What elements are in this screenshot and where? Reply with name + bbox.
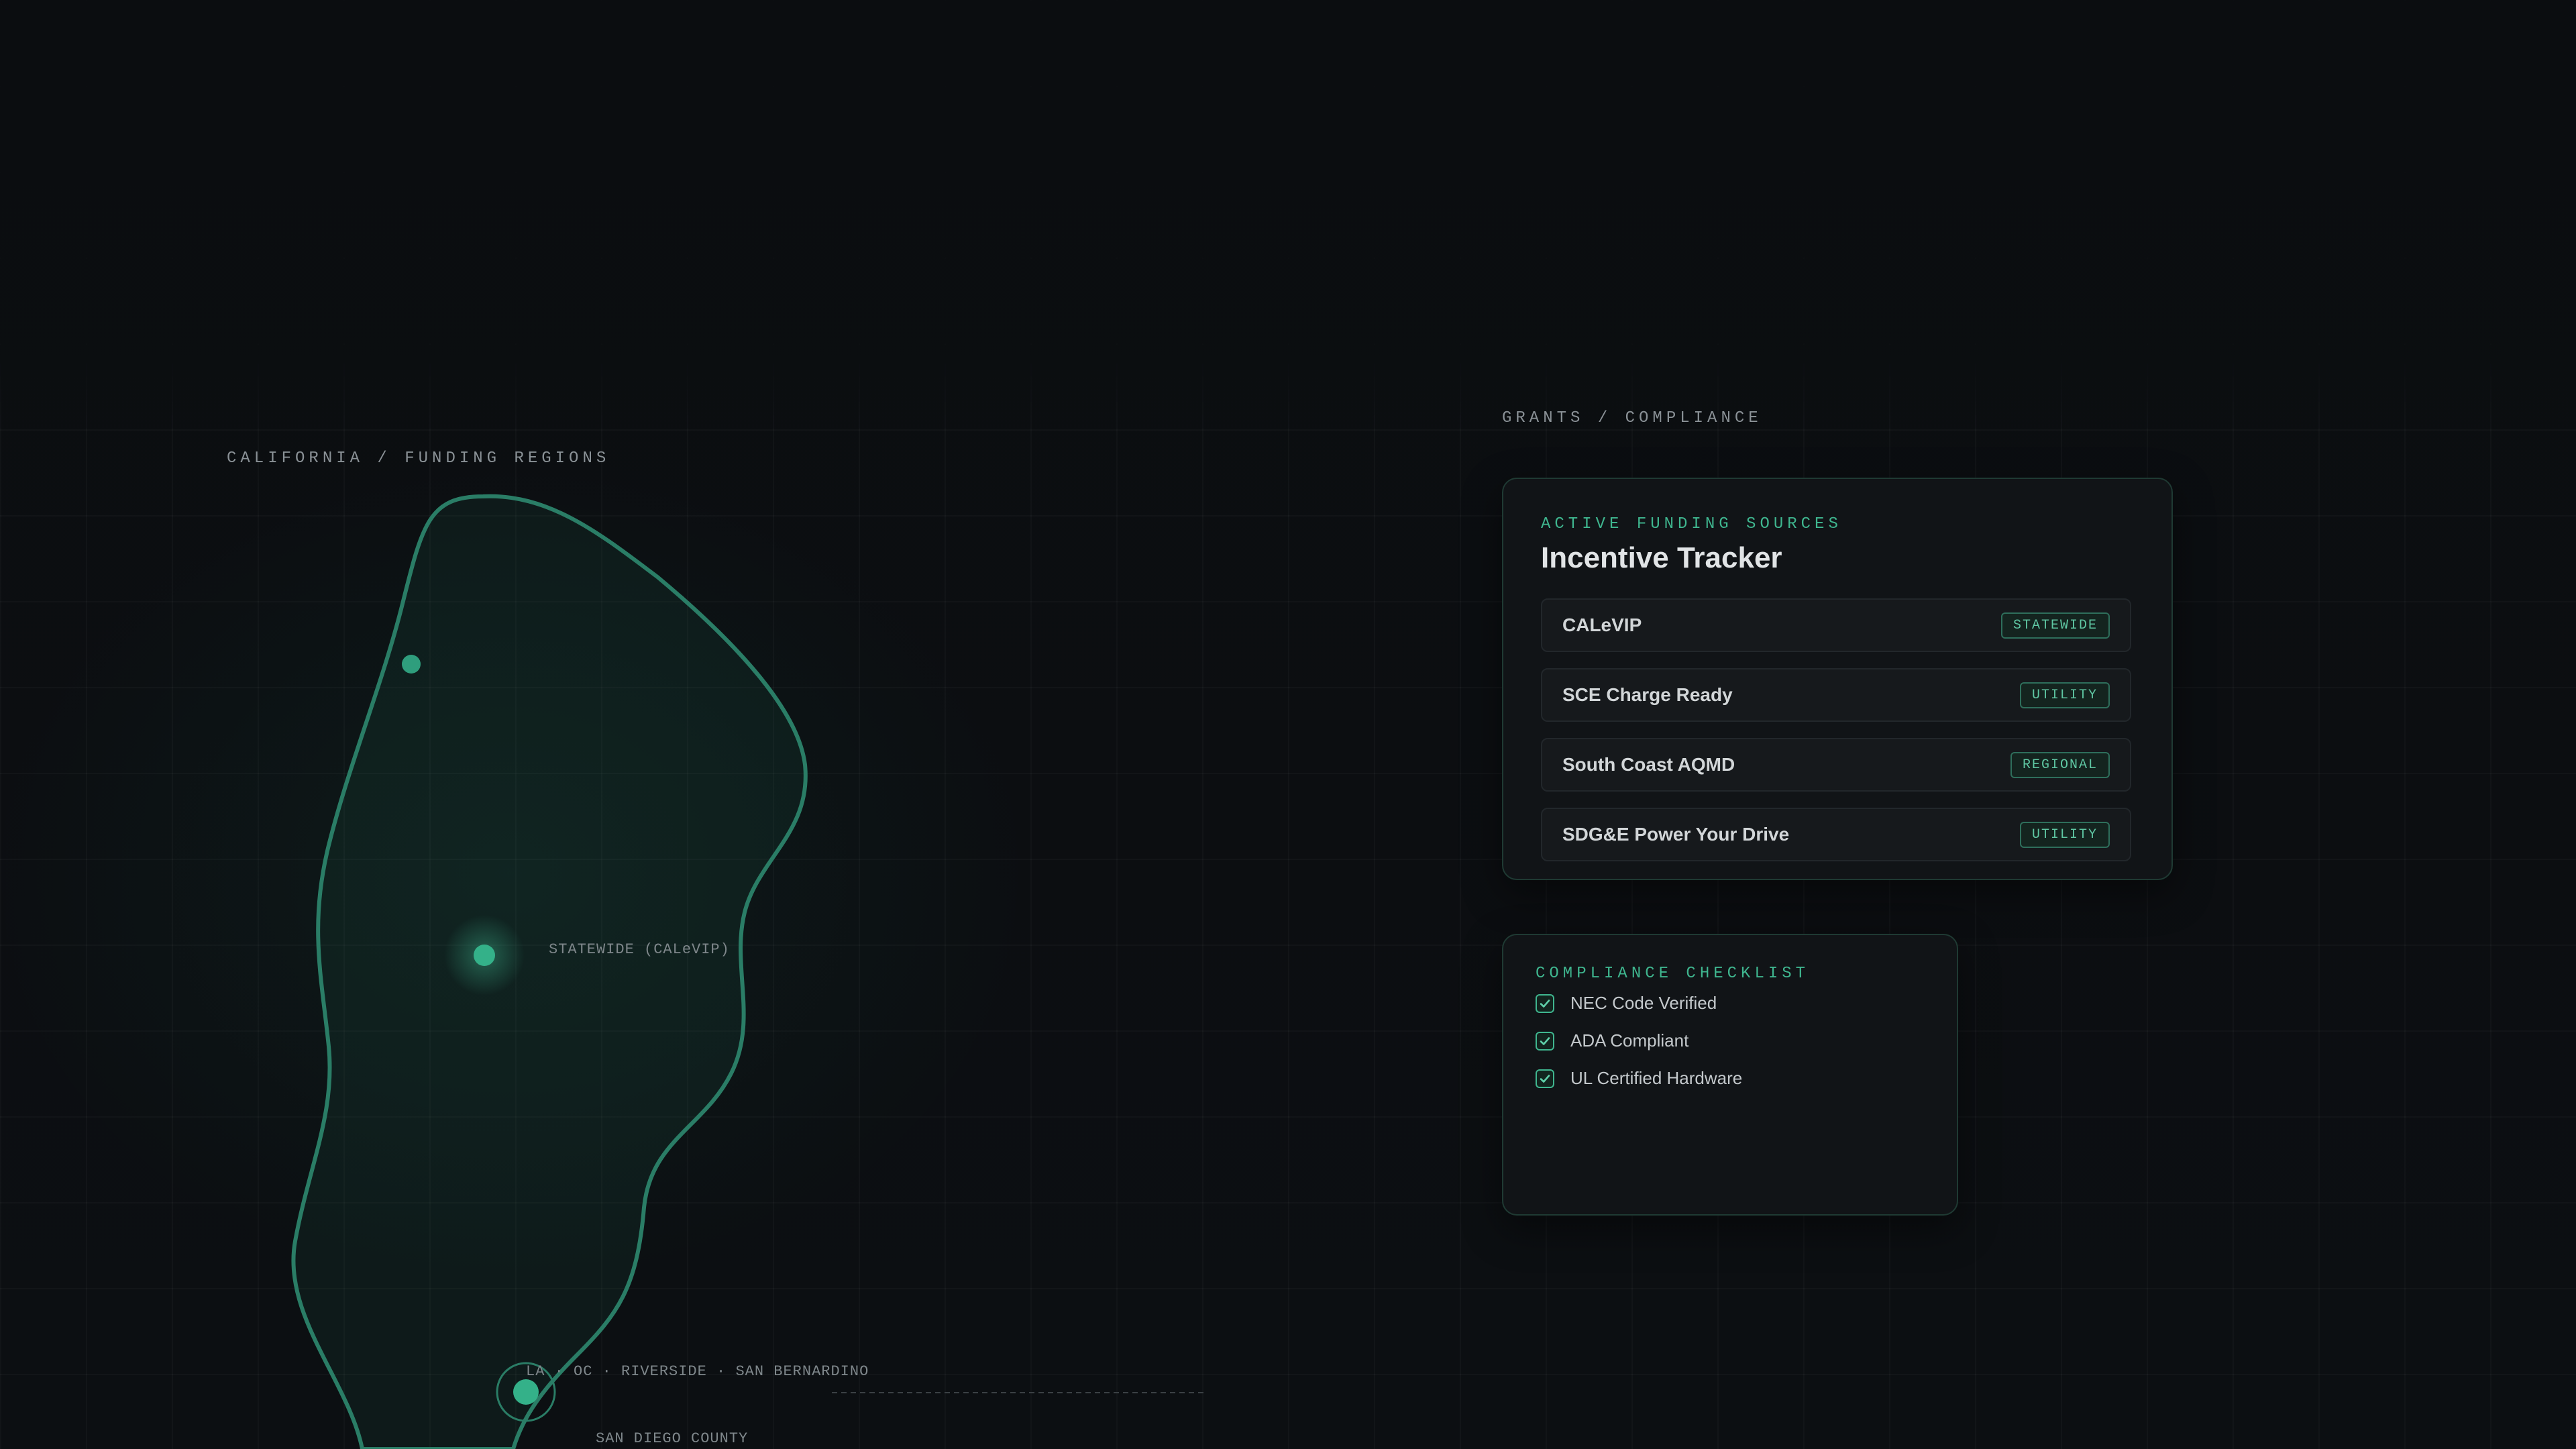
checklist-item[interactable]: UL Certified Hardware	[1536, 1068, 1742, 1089]
grants-section-label: GRANTS / COMPLIANCE	[1502, 409, 1762, 427]
funding-source-badge: STATEWIDE	[2000, 612, 2110, 639]
checklist-item-label: NEC Code Verified	[1570, 993, 1717, 1013]
checklist-title: COMPLIANCE CHECKLIST	[1536, 965, 1810, 983]
checklist-item[interactable]: ADA Compliant	[1536, 1030, 1688, 1051]
checkbox-checked[interactable]	[1536, 1069, 1554, 1088]
app-canvas: CALIFORNIA / FUNDING REGIONS STATEWIDE (…	[0, 0, 2576, 1449]
incentive-tracker-card: ACTIVE FUNDING SOURCES Incentive Tracker…	[1502, 478, 2173, 880]
funding-source-badge: UTILITY	[2019, 821, 2110, 848]
funding-source-row[interactable]: South Coast AQMD REGIONAL	[1541, 738, 2131, 792]
funding-source-name: CALeVIP	[1562, 614, 1642, 635]
check-icon	[1540, 1036, 1550, 1045]
check-icon	[1540, 999, 1550, 1008]
funding-source-name: SDG&E Power Your Drive	[1562, 824, 1790, 845]
funding-source-row[interactable]: CALeVIP STATEWIDE	[1541, 598, 2131, 652]
funding-source-row[interactable]: SCE Charge Ready UTILITY	[1541, 668, 2131, 722]
funding-source-name: SCE Charge Ready	[1562, 684, 1733, 705]
funding-source-badge: REGIONAL	[2010, 751, 2110, 778]
checkbox-checked[interactable]	[1536, 1031, 1554, 1051]
region-dot-north[interactable]	[402, 655, 421, 674]
california-region-outline	[291, 494, 808, 1449]
check-icon	[1540, 1074, 1550, 1083]
checklist-item[interactable]: NEC Code Verified	[1536, 993, 1717, 1014]
region-dot-la[interactable]	[513, 1379, 539, 1405]
region-label-statewide: STATEWIDE (CALeVIP)	[549, 941, 730, 958]
region-label-la: LA · OC · RIVERSIDE · SAN BERNARDINO	[526, 1363, 869, 1380]
checkbox-checked[interactable]	[1536, 994, 1554, 1013]
tracker-eyebrow: ACTIVE FUNDING SOURCES	[1541, 515, 1842, 533]
region-label-san-diego: SAN DIEGO COUNTY	[596, 1430, 749, 1447]
checklist-item-label: UL Certified Hardware	[1570, 1068, 1743, 1088]
checklist-item-label: ADA Compliant	[1570, 1030, 1689, 1051]
compliance-checklist-card: COMPLIANCE CHECKLIST NEC Code Verified A…	[1502, 934, 1958, 1216]
funding-source-badge: UTILITY	[2019, 682, 2110, 708]
funding-source-name: South Coast AQMD	[1562, 754, 1735, 775]
california-map	[291, 494, 1208, 1449]
funding-source-row[interactable]: SDG&E Power Your Drive UTILITY	[1541, 808, 2131, 861]
tracker-title: Incentive Tracker	[1541, 541, 1782, 574]
region-dot-statewide[interactable]	[474, 945, 495, 966]
